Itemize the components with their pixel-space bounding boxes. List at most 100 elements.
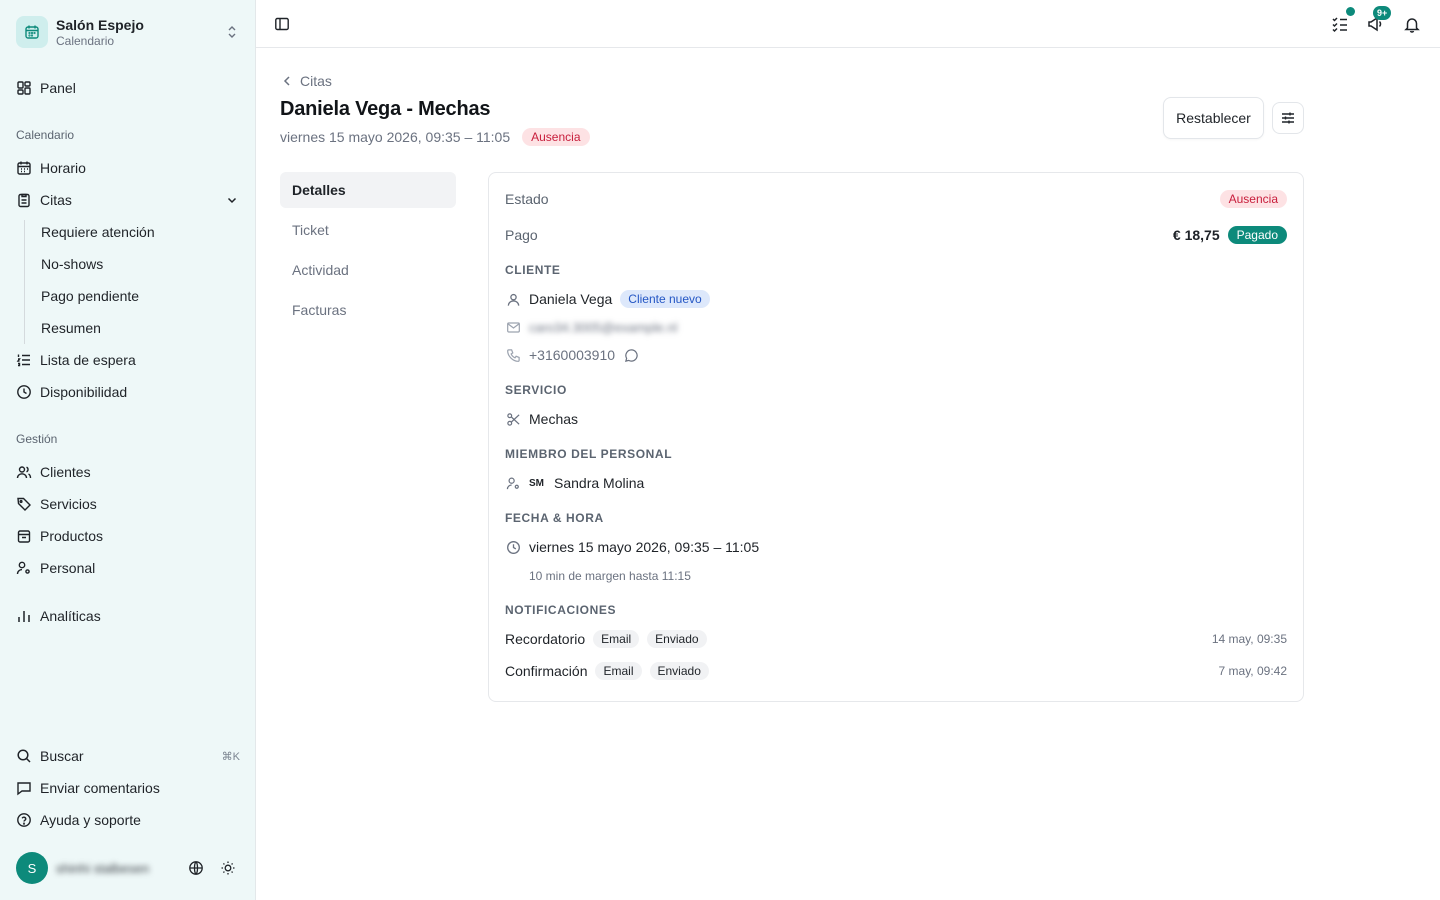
user-cog-icon [505,475,521,491]
section-label-gestion: Gestión [16,432,58,446]
megaphone-icon[interactable]: 9+ [1363,6,1392,36]
phone-row: +3160003910 [505,345,1287,365]
list-ordered-icon [16,352,32,368]
search-icon [16,748,32,764]
pago-label: Pago [505,227,538,243]
fecha-heading: FECHA & HORA [505,511,604,525]
notification-row: Confirmación Email Enviado 7 may, 09:42 [505,661,1287,681]
back-link-label: Citas [300,73,332,89]
dashboard-icon [16,80,32,96]
clock-icon [505,539,521,555]
sidebar-item-productos[interactable]: Productos [16,522,240,550]
bell-icon[interactable] [1400,12,1424,36]
sidebar-item-label: Horario [40,160,86,176]
tab-facturas[interactable]: Facturas [280,292,456,328]
tab-ticket[interactable]: Ticket [280,212,456,248]
detail-tabs: Detalles Ticket Actividad Facturas [280,172,456,332]
sidebar-subitem-no-shows[interactable]: No-shows [41,252,103,276]
chevron-down-icon [224,192,240,208]
cliente-nuevo-badge: Cliente nuevo [620,290,710,308]
notification-type: Recordatorio [505,631,586,647]
estado-label: Estado [505,191,549,207]
globe-icon[interactable] [184,856,208,880]
avatar[interactable]: S [16,852,48,884]
user-menu[interactable]: S shinhi stalbesen [16,852,240,884]
notification-type: Confirmación [505,663,588,679]
sidebar-item-label: Enviar comentarios [40,780,160,796]
sidebar-item-label: Disponibilidad [40,384,128,400]
personal-name: Sandra Molina [554,475,645,491]
tab-detalles[interactable]: Detalles [280,172,456,208]
sidebar-item-label: Panel [40,80,76,96]
workspace-name: Salón Espejo [56,16,144,33]
tasks-icon[interactable] [1328,7,1355,36]
sidebar-subitem-resumen[interactable]: Resumen [41,316,101,340]
sidebar-item-citas[interactable]: Citas [16,186,240,214]
workspace-subtitle: Calendario [56,33,115,48]
sidebar-item-label: Ayuda y soporte [40,812,141,828]
notification-status: Enviado [647,630,707,648]
sidebar-item-horario[interactable]: Horario [16,154,240,182]
sliders-icon[interactable] [1272,102,1304,134]
notification-status: Enviado [649,662,709,680]
estado-badge: Ausencia [1219,190,1287,208]
reset-button[interactable]: Restablecer [1163,97,1264,139]
message-square-icon [16,780,32,796]
workspace-switcher[interactable]: Salón Espejo Calendario [16,12,240,52]
sidebar-item-personal[interactable]: Personal [16,554,240,582]
sidebar-item-analiticas[interactable]: Analíticas [16,602,240,630]
sidebar-item-label: Personal [40,560,96,576]
sidebar-item-label: Analíticas [40,608,101,624]
fecha-margin: 10 min de margen hasta 11:15 [529,569,691,583]
sidebar-item-panel[interactable]: Panel [16,74,240,102]
status-badge: Ausencia [522,128,590,146]
notification-row: Recordatorio Email Enviado 14 may, 09:35 [505,629,1287,649]
notification-channel: Email [595,662,642,680]
tab-actividad[interactable]: Actividad [280,252,456,288]
page-subtitle: viernes 15 mayo 2026, 09:35 – 11:05 Ause… [280,128,590,146]
sidebar-subitem-requiere-atencion[interactable]: Requiere atención [41,220,155,244]
sidebar-item-servicios[interactable]: Servicios [16,490,240,518]
pago-amount: € 18,75 [1172,227,1220,243]
scissors-icon [505,411,521,427]
page-title: Daniela Vega - Mechas [280,98,491,120]
sidebar-item-label: Clientes [40,464,91,480]
servicio-name: Mechas [529,411,579,427]
sidebar-item-label: Citas [40,192,72,208]
email-row: caro34.3005@example.nl [505,317,1287,337]
margin-row: 10 min de margen hasta 11:15 [529,567,1287,585]
servicio-heading: SERVICIO [505,383,567,397]
package-icon [16,528,32,544]
sidebar-toggle-icon[interactable] [270,12,294,36]
clock-icon [16,384,32,400]
message-circle-icon[interactable] [623,347,639,363]
sidebar-item-comentarios[interactable]: Enviar comentarios [16,774,240,802]
sidebar-item-clientes[interactable]: Clientes [16,458,240,486]
sidebar-item-label: Lista de espera [40,352,136,368]
cliente-name[interactable]: Daniela Vega [529,291,612,307]
clipboard-icon [16,192,32,208]
calendar-app-icon [16,16,48,48]
sidebar-item-label: Servicios [40,496,97,512]
sidebar-item-disponibilidad[interactable]: Disponibilidad [16,378,240,406]
users-icon [16,464,32,480]
appointment-datetime: viernes 15 mayo 2026, 09:35 – 11:05 [280,129,511,145]
sidebar-item-ayuda[interactable]: Ayuda y soporte [16,806,240,834]
estado-row: Estado Ausencia [505,189,1287,209]
user-icon [505,291,521,307]
notificaciones-heading: NOTIFICACIONES [505,603,617,617]
cliente-email[interactable]: caro34.3005@example.nl [529,320,677,335]
bar-chart-icon [16,608,32,624]
submenu-guide-line [24,220,25,344]
notification-channel: Email [593,630,640,648]
search-shortcut: ⌘K [221,750,240,763]
back-link[interactable]: Citas [282,73,332,89]
cliente-phone[interactable]: +3160003910 [529,347,615,363]
sidebar-item-lista-espera[interactable]: Lista de espera [16,346,240,374]
calendar-icon [16,160,32,176]
main-content: 9+ Citas Daniela Vega - Mechas viernes 1… [256,0,1440,900]
user-name: shinhi stalbesen [56,860,150,876]
sun-icon[interactable] [216,856,240,880]
sidebar-item-buscar[interactable]: Buscar ⌘K [16,742,240,770]
sidebar-subitem-pago-pendiente[interactable]: Pago pendiente [41,284,139,308]
